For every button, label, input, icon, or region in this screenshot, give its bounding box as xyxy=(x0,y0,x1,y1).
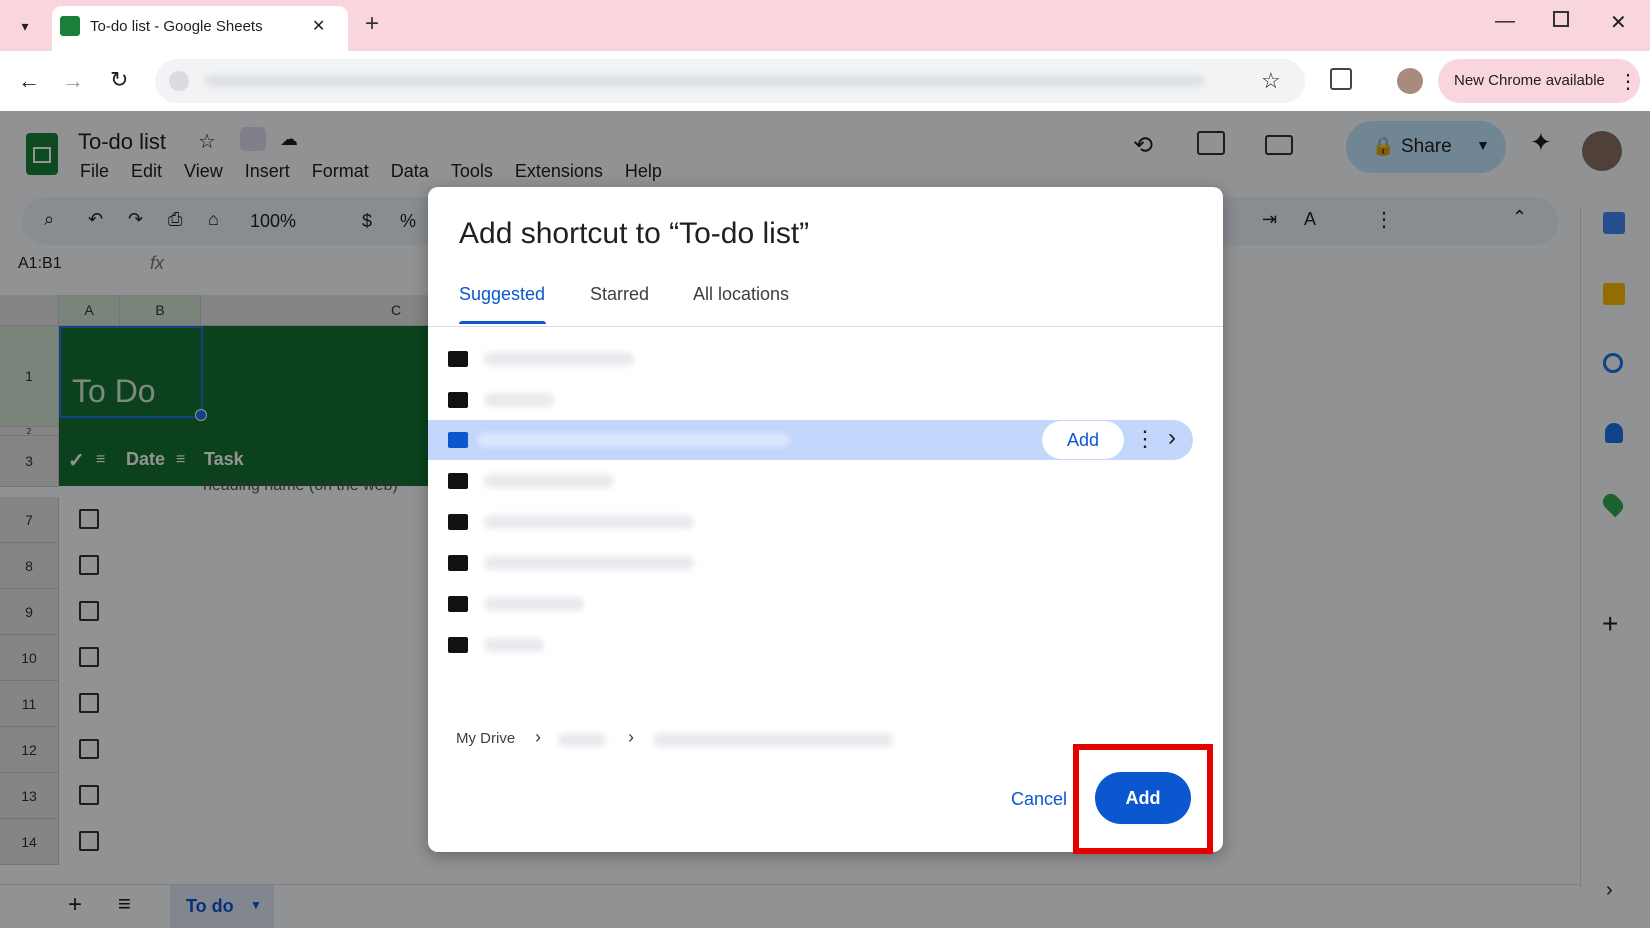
tab-suggested[interactable]: Suggested xyxy=(459,284,545,305)
folder-row[interactable] xyxy=(428,502,1193,542)
extensions-icon[interactable] xyxy=(1330,68,1352,90)
folder-row[interactable] xyxy=(428,461,1193,501)
breadcrumb-folder[interactable] xyxy=(653,733,893,747)
folder-name xyxy=(484,597,584,611)
tab-starred[interactable]: Starred xyxy=(590,284,649,305)
breadcrumb-my-drive[interactable]: My Drive xyxy=(456,730,515,747)
folder-row[interactable] xyxy=(428,584,1193,624)
minimize-icon[interactable]: — xyxy=(1495,10,1515,33)
folder-row[interactable] xyxy=(428,380,1193,420)
add-button[interactable]: Add xyxy=(1095,772,1191,824)
new-chrome-label: New Chrome available xyxy=(1454,72,1605,89)
folder-name xyxy=(484,474,614,488)
breadcrumb-chevron-icon: › xyxy=(535,727,541,747)
tab-search-chevron-icon[interactable]: ▾ xyxy=(10,12,40,40)
tab-close-icon[interactable]: ✕ xyxy=(312,16,325,36)
row-more-icon[interactable]: ⋮ xyxy=(1134,426,1156,452)
folder-icon xyxy=(448,555,468,571)
folder-icon xyxy=(448,432,468,448)
address-bar[interactable]: ☆ xyxy=(155,59,1305,103)
folder-row-selected[interactable]: Add ⋮ › xyxy=(428,420,1193,460)
breadcrumb-chevron-icon: › xyxy=(628,727,634,747)
folder-row[interactable] xyxy=(428,543,1193,583)
folder-icon xyxy=(448,392,468,408)
folder-name xyxy=(484,556,694,570)
folder-name xyxy=(478,433,790,447)
profile-avatar[interactable] xyxy=(1397,68,1423,94)
folder-icon xyxy=(448,596,468,612)
url-text xyxy=(205,75,1205,87)
folder-icon xyxy=(448,514,468,530)
tab-all-locations[interactable]: All locations xyxy=(693,284,789,305)
folder-name xyxy=(484,352,634,366)
tab-title: To-do list - Google Sheets xyxy=(90,18,263,35)
add-shortcut-dialog: Add shortcut to “To-do list” Suggested S… xyxy=(428,187,1223,854)
back-icon[interactable]: ← xyxy=(18,68,40,94)
reload-icon[interactable]: ↻ xyxy=(110,67,128,93)
browser-tab[interactable]: To-do list - Google Sheets ✕ xyxy=(52,6,348,51)
folder-row[interactable] xyxy=(428,625,1193,665)
forward-icon[interactable]: → xyxy=(62,68,84,94)
tabs-divider xyxy=(428,326,1223,327)
open-folder-chevron-icon[interactable]: › xyxy=(1168,424,1176,452)
active-tab-indicator xyxy=(459,321,546,324)
folder-name xyxy=(484,393,554,407)
restore-icon[interactable] xyxy=(1553,11,1569,27)
folder-icon xyxy=(448,473,468,489)
row-add-button[interactable]: Add xyxy=(1042,421,1124,459)
sheets-favicon-icon xyxy=(60,16,80,36)
bookmark-star-icon[interactable]: ☆ xyxy=(1261,68,1281,94)
cancel-button[interactable]: Cancel xyxy=(1011,789,1067,810)
dialog-title: Add shortcut to “To-do list” xyxy=(459,217,810,250)
new-tab-button[interactable]: + xyxy=(365,10,379,38)
folder-icon xyxy=(448,351,468,367)
site-info-icon[interactable] xyxy=(169,71,189,91)
breadcrumb-folder[interactable] xyxy=(558,733,606,747)
folder-row[interactable] xyxy=(428,339,1193,379)
window-close-icon[interactable]: ✕ xyxy=(1610,10,1627,35)
new-chrome-available-button[interactable]: New Chrome available ⋮ xyxy=(1438,59,1640,103)
folder-name xyxy=(484,638,544,652)
folder-icon xyxy=(448,637,468,653)
chrome-menu-icon[interactable]: ⋮ xyxy=(1618,69,1638,94)
folder-name xyxy=(484,515,694,529)
